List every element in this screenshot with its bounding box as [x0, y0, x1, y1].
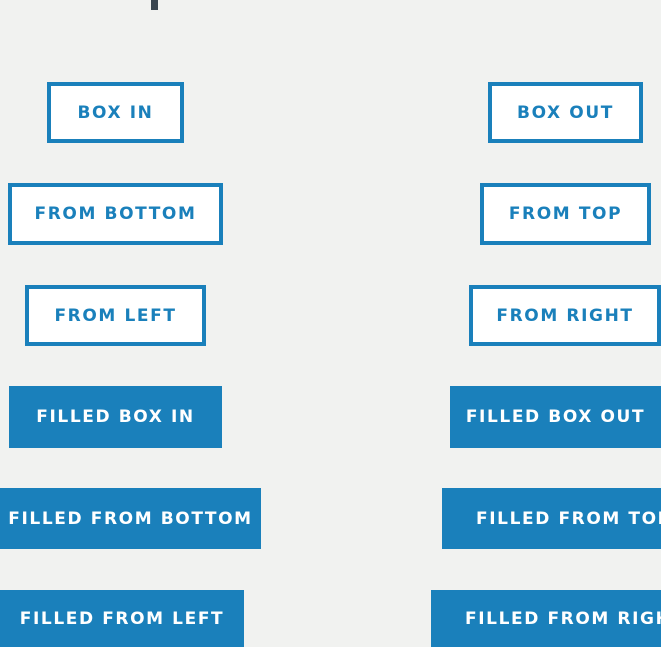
- box-in-button[interactable]: BOX IN: [47, 82, 184, 143]
- from-top-button[interactable]: FROM TOP: [480, 183, 651, 245]
- from-left-button[interactable]: FROM LEFT: [25, 285, 206, 346]
- filled-box-in-button[interactable]: FILLED BOX IN: [9, 386, 222, 448]
- from-bottom-button[interactable]: FROM BOTTOM: [8, 183, 223, 245]
- filled-from-left-button[interactable]: FILLED FROM LEFT: [0, 590, 244, 647]
- filled-box-out-button[interactable]: FILLED BOX OUT: [450, 386, 661, 448]
- filled-from-bottom-button[interactable]: FILLED FROM BOTTOM: [0, 488, 261, 549]
- filled-from-top-button[interactable]: FILLED FROM TOP: [442, 488, 661, 549]
- cropped-heading-glyph: [151, 0, 158, 10]
- from-right-button[interactable]: FROM RIGHT: [469, 285, 661, 346]
- box-out-button[interactable]: BOX OUT: [488, 82, 643, 143]
- filled-from-right-button[interactable]: FILLED FROM RIGHT: [431, 590, 661, 647]
